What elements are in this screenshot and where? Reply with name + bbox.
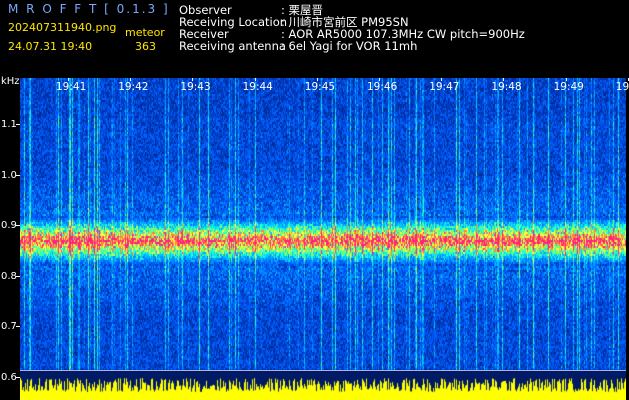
time-tick-label: 19:49 (553, 81, 584, 93)
time-tick-label: 19:47 (429, 81, 460, 93)
frequency-unit: kHz (1, 76, 20, 87)
freq-tick-label: 0.6 (1, 371, 17, 383)
freq-tick-mark (16, 376, 20, 378)
mrofft-window: M R O F F T [ 0.1.3 ] 202407311940.png 2… (0, 0, 629, 400)
freq-tick-label: 0.9 (1, 220, 17, 231)
time-tick-label: 19:46 (367, 81, 398, 93)
meteor-label: meteor (125, 26, 165, 39)
time-tick-label: 19:45 (304, 81, 336, 93)
time-tick-label: 19:43 (180, 81, 211, 93)
image-filename: 202407311940.png (8, 21, 117, 34)
spectrogram-area (20, 78, 626, 400)
freq-tick-label: 1.0 (1, 169, 17, 181)
time-tick-label: 19:50 (615, 81, 629, 93)
time-axis: 19:41 19:42 19:43 19:44 19:45 19:46 19:47 19:48… (20, 78, 629, 93)
freq-tick-label: 1.1 (1, 119, 17, 130)
freq-tick-mark (16, 275, 20, 277)
app-title: M R O F F T [ 0.1.3 ] (8, 2, 170, 16)
freq-tick-mark (16, 225, 20, 226)
time-tick-label: 19:44 (242, 81, 273, 93)
info-key-antenna: Receiving antenna (179, 39, 286, 53)
time-tick-label: 19:42 (118, 81, 149, 93)
freq-tick-mark (16, 174, 20, 176)
capture-datetime: 24.07.31 19:40 (8, 40, 93, 53)
info-value-antenna: : 6el Yagi for VOR 11mh (281, 39, 418, 53)
meteor-count: 363 (135, 40, 156, 53)
freq-tick-mark (16, 326, 20, 327)
spectrogram-canvas (20, 78, 626, 400)
spectrum-baseline (20, 370, 626, 371)
freq-tick-label: 0.7 (1, 321, 17, 332)
frequency-axis: kHz 1.1 1.0 0.9 0.8 0.7 0.6 (0, 72, 20, 400)
time-tick-label: 19:48 (491, 81, 522, 93)
freq-tick-mark (16, 124, 20, 125)
freq-tick-label: 0.8 (1, 270, 17, 282)
time-tick-label: 19:41 (56, 81, 87, 93)
